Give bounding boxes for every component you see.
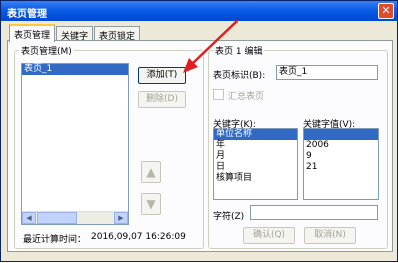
window-title: 表页管理 [7,9,47,20]
close-button[interactable]: ✕ [378,3,394,19]
char-input[interactable] [250,205,378,220]
edit-group-legend: 表页 1 编辑 [213,44,265,57]
list-item[interactable]: 21 [304,162,378,173]
keyword-list[interactable]: 单位名称 年 月 日 核算项目 [213,128,298,200]
close-icon: ✕ [381,4,391,17]
sheet-id-label: 表页标识(B): [213,71,266,81]
last-calc-label: 最近计算时间： [23,235,87,245]
last-calc-value: 2016,09,07 16:26:09 [91,232,186,242]
tab-sheet-lock[interactable]: 表页锁定 [94,26,141,42]
list-item[interactable]: 表页_1 [22,64,128,75]
list-item[interactable]: 日 [214,162,297,173]
summary-checkbox-label: 汇总表页 [228,92,265,102]
scrollbar-thumb[interactable] [37,212,77,224]
up-arrow-icon: ▲ [146,165,156,179]
sheet-id-input[interactable]: 表页_1 [276,65,378,80]
list-item[interactable]: 9 [304,151,378,162]
sheet-group-legend: 表页管理(M) [19,44,74,57]
title-bar[interactable]: 表页管理 ✕ [1,1,397,21]
sheet-list[interactable]: 表页_1 ◀ ▶ [21,63,129,225]
list-item[interactable]: 月 [214,151,297,162]
horizontal-scrollbar[interactable]: ◀ ▶ [22,211,128,224]
list-item[interactable]: 2006 [304,140,378,151]
left-arrow-icon[interactable]: ◀ [22,212,36,224]
delete-sheet-button[interactable]: 删除(D) [138,91,186,108]
keyword-value-list[interactable]: 2006 9 21 [303,128,379,200]
list-item[interactable]: 单位名称 [214,129,297,140]
confirm-button[interactable]: 确认(Q) [243,227,295,244]
list-item[interactable] [304,173,378,184]
char-label: 字符(Z) [213,212,245,222]
tab-sheet-management[interactable]: 表页管理 [9,24,56,42]
list-item[interactable]: 核算项目 [214,173,297,184]
cancel-button[interactable]: 取消(N) [304,227,356,244]
sheet-manager-window: 表页管理 ✕ 表页管理 关键字 表页锁定 表页管理(M) 表页_1 ◀ ▶ 添加… [0,0,398,262]
right-arrow-icon[interactable]: ▶ [114,212,128,224]
tab-panel: 表页管理(M) 表页_1 ◀ ▶ 添加(T) 删除(D) ▲ ▼ 最近计算时间：… [7,40,393,252]
list-item[interactable] [304,129,378,140]
move-down-button[interactable]: ▼ [141,193,161,215]
list-item[interactable]: 年 [214,140,297,151]
add-sheet-button[interactable]: 添加(T) [138,67,186,84]
summary-checkbox[interactable] [213,89,224,100]
tab-keywords[interactable]: 关键字 [56,26,94,42]
move-up-button[interactable]: ▲ [141,161,161,183]
down-arrow-icon: ▼ [146,197,156,211]
